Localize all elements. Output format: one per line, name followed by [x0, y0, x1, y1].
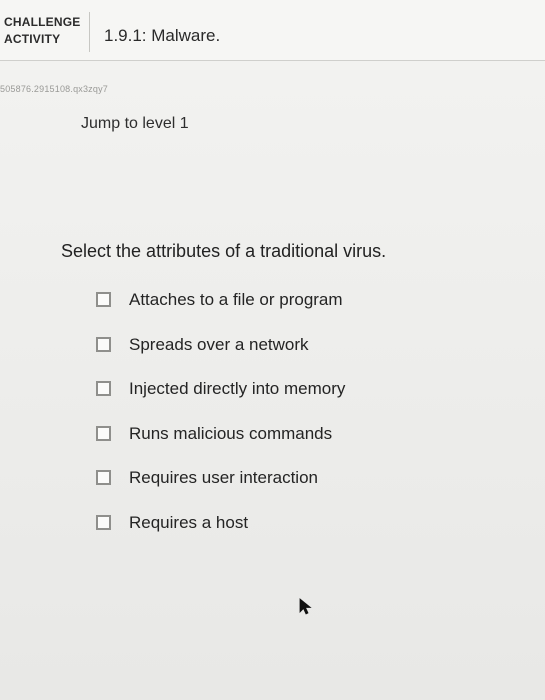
activity-header: CHALLENGE ACTIVITY 1.9.1: Malware. — [0, 0, 545, 61]
header-divider — [89, 12, 90, 52]
option-item[interactable]: Requires a host — [96, 511, 396, 556]
option-checkbox[interactable] — [96, 470, 111, 485]
option-label: Spreads over a network — [129, 334, 309, 354]
option-checkbox[interactable] — [96, 292, 111, 307]
activity-id: 505876.2915108.qx3zqy7 — [0, 84, 108, 94]
option-checkbox[interactable] — [96, 514, 111, 530]
option-label: Requires user interaction — [129, 468, 318, 487]
mouse-pointer-icon — [299, 598, 312, 615]
option-list: Attaches to a file or program Spreads ov… — [96, 288, 396, 555]
challenge-activity-badge: CHALLENGE ACTIVITY — [4, 14, 80, 48]
option-label: Runs malicious commands — [129, 423, 333, 443]
badge-line-1: CHALLENGE — [4, 15, 81, 29]
option-item[interactable]: Runs malicious commands — [96, 422, 396, 467]
option-label: Requires a host — [129, 512, 249, 532]
option-item[interactable]: Attaches to a file or program — [96, 288, 396, 333]
jump-to-level-link[interactable]: Jump to level 1 — [81, 115, 189, 133]
activity-title: 1.9.1: Malware. — [104, 26, 221, 45]
option-item[interactable]: Spreads over a network — [96, 333, 396, 378]
option-item[interactable]: Requires user interaction — [96, 466, 396, 511]
option-label: Attaches to a file or program — [129, 290, 343, 309]
option-checkbox[interactable] — [96, 425, 111, 441]
option-label: Injected directly into memory — [129, 379, 346, 398]
badge-line-2: ACTIVITY — [4, 32, 61, 46]
option-item[interactable]: Injected directly into memory — [96, 377, 396, 422]
question-prompt: Select the attributes of a traditional v… — [61, 241, 387, 261]
option-checkbox[interactable] — [96, 336, 111, 352]
option-checkbox[interactable] — [96, 381, 111, 396]
